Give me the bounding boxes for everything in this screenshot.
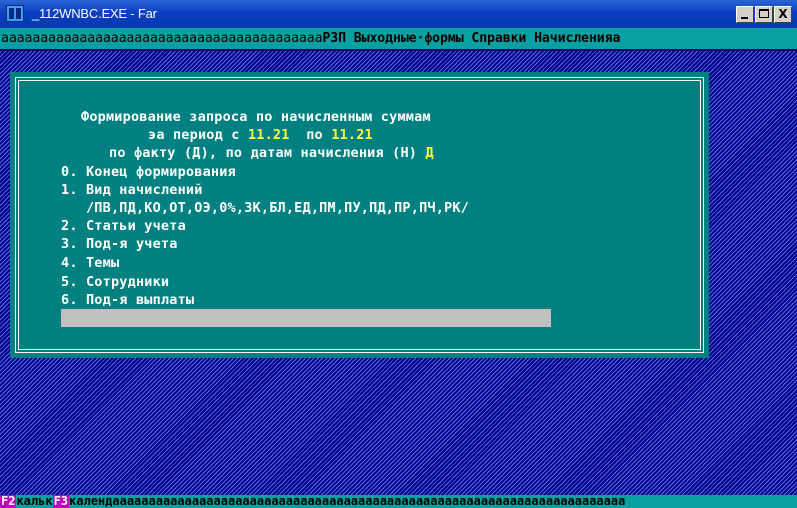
menu-bar-fill: аааааааааааааааааааааааааааааааааааааааа… [1, 31, 323, 46]
period-from-value[interactable]: 11.21 [248, 127, 290, 143]
period-to-value[interactable]: 11.21 [331, 127, 373, 143]
option-item[interactable]: 6. Под-я выплаты [61, 291, 194, 309]
f3-label[interactable]: календаааааааааааааааааааааааааааааааааа… [69, 495, 625, 508]
option-item[interactable]: 2. Статьи учета [61, 217, 186, 235]
far-app-icon[interactable] [6, 5, 24, 22]
option-item[interactable]: 0. Конец формирования [61, 163, 236, 181]
minimize-button[interactable] [736, 6, 754, 23]
period-line: эа период с 11.21 по 11.21 [148, 126, 373, 144]
option-item[interactable]: 3. Под-я учета [61, 235, 178, 253]
menu-items[interactable]: РЗП Выходные·формы Справки Начисленияа [322, 31, 620, 46]
period-prefix: эа период с [148, 127, 248, 143]
function-key-bar: F2калькF3календааааааааааааааааааааааааа… [0, 495, 797, 508]
option-subtext: /ПВ,ПД,КО,ОТ,ОЭ,0%,ЗК,БЛ,ЕД,ПМ,ПУ,ПД,ПР,… [61, 200, 470, 216]
mode-line: по факту (Д), по датам начисления (Н) Д [109, 144, 434, 162]
choice-input[interactable] [61, 309, 551, 327]
query-dialog: Формирование запроса по начисленным сумм… [10, 72, 709, 358]
option-item[interactable]: 5. Сотрудники [61, 273, 169, 291]
option-item[interactable]: 1. Вид начислений [61, 181, 203, 199]
maximize-button[interactable] [755, 6, 773, 23]
close-button[interactable]: X [774, 6, 792, 23]
title-bar[interactable]: _112WNBC.EXE - Far X [0, 0, 797, 28]
top-menu-bar[interactable]: аааааааааааааааааааааааааааааааааааааааа… [0, 28, 797, 49]
dialog-title: Формирование запроса по начисленным сумм… [81, 109, 431, 125]
option-item[interactable]: 4. Темы [61, 254, 119, 272]
window-title: _112WNBC.EXE - Far [32, 6, 157, 21]
console-area: аааааааааааааааааааааааааааааааааааааааа… [0, 28, 797, 508]
mode-value[interactable]: Д [425, 145, 433, 161]
maximize-icon [759, 9, 769, 18]
minimize-icon [741, 17, 748, 19]
f2-key[interactable]: F2 [0, 495, 17, 508]
f2-label[interactable]: кальк [16, 495, 52, 508]
mode-prompt: по факту (Д), по датам начисления (Н) [109, 145, 426, 161]
menu-shadow [0, 49, 797, 51]
far-window: _112WNBC.EXE - Far X ааааааааааааааааааа… [0, 0, 797, 508]
period-middle: по [289, 127, 332, 143]
f3-key[interactable]: F3 [52, 495, 70, 508]
